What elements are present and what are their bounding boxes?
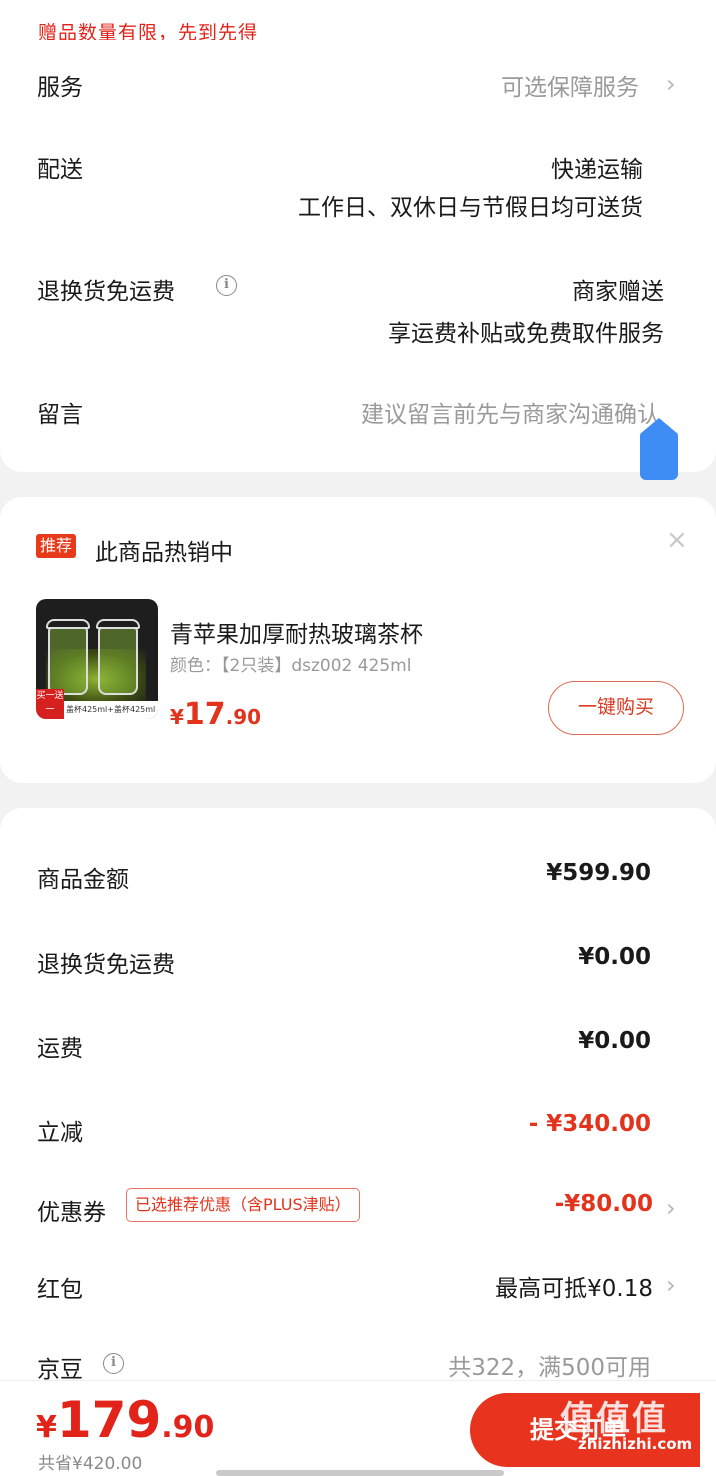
red-packet-chevron-icon[interactable]: › xyxy=(666,1271,676,1299)
jd-beans-label: 京豆 xyxy=(37,1357,83,1383)
home-indicator[interactable] xyxy=(216,1470,504,1476)
discount-label: 立减 xyxy=(37,1120,83,1146)
cup xyxy=(98,627,138,695)
return-free-desc: 享运费补贴或免费取件服务 xyxy=(388,321,664,347)
recommend-title: 此商品热销中 xyxy=(95,540,233,566)
coupon-value[interactable]: -¥80.00 xyxy=(555,1191,653,1217)
cup xyxy=(48,627,88,695)
service-value[interactable]: 可选保障服务 xyxy=(501,68,639,102)
price-symbol: ¥ xyxy=(170,705,184,729)
info-icon[interactable]: i xyxy=(216,275,237,296)
info-icon[interactable]: i xyxy=(103,1353,124,1374)
delivery-method[interactable]: 快递运输 xyxy=(551,150,643,184)
total-price: ¥179.90 xyxy=(36,1391,214,1449)
price-dec: .90 xyxy=(225,705,262,729)
order-options-card: 服务 可选保障服务 › 配送 快递运输 工作日、双休日与节假日均可送货 退换货免… xyxy=(0,40,716,472)
coupon-label: 优惠券 xyxy=(37,1200,106,1226)
delivery-label: 配送 xyxy=(37,157,83,183)
saved-amount: 共省¥420.00 xyxy=(38,1454,143,1474)
product-price: ¥17.90 xyxy=(170,697,261,732)
red-packet-value[interactable]: 最高可抵¥0.18 xyxy=(495,1269,653,1303)
goods-amount-value: ¥599.90 xyxy=(546,860,651,886)
total-symbol: ¥ xyxy=(36,1410,57,1445)
product-spec: 颜色：【2只装】dsz002 425ml xyxy=(170,656,412,676)
recommend-card: 推荐 此商品热销中 × 盖杯425ml+盖杯425ml 买一送一 青苹果加厚耐热… xyxy=(0,497,716,783)
one-click-buy-button[interactable]: 一键购买 xyxy=(548,681,684,735)
goods-amount-label: 商品金额 xyxy=(37,867,129,893)
return-fee-label: 退换货免运费 xyxy=(37,952,175,978)
watermark-url: zhizhizhi.com xyxy=(578,1435,693,1453)
return-free-label: 退换货免运费 xyxy=(37,279,175,305)
watermark-logo: 值值值 xyxy=(560,1399,668,1439)
discount-value: - ¥340.00 xyxy=(528,1111,651,1137)
price-summary-card: 商品金额 ¥599.90 退换货免运费 ¥0.00 运费 ¥0.00 立减 - … xyxy=(0,808,716,1428)
return-fee-value: ¥0.00 xyxy=(578,944,651,970)
shipping-value: ¥0.00 xyxy=(578,1028,651,1054)
delivery-schedule: 工作日、双休日与节假日均可送货 xyxy=(298,195,643,221)
shipping-label: 运费 xyxy=(37,1036,83,1062)
message-label: 留言 xyxy=(37,402,83,428)
price-int: 17 xyxy=(183,697,226,732)
total-dec: .90 xyxy=(161,1410,215,1445)
close-icon[interactable]: × xyxy=(666,525,688,555)
thumb-badge: 买一送一 xyxy=(36,689,64,719)
service-chevron-icon[interactable]: › xyxy=(666,70,676,98)
checkout-bar: ¥179.90 共省¥420.00 提交订单 值值值 zhizhizhi.com xyxy=(0,1380,716,1476)
total-int: 179 xyxy=(56,1391,162,1449)
service-label: 服务 xyxy=(37,75,83,101)
coupon-tag[interactable]: 已选推荐优惠（含PLUS津贴） xyxy=(126,1188,360,1222)
red-packet-label: 红包 xyxy=(37,1277,83,1303)
product-thumbnail[interactable]: 盖杯425ml+盖杯425ml 买一送一 xyxy=(36,599,158,719)
message-input[interactable]: 建议留言前先与商家沟通确认 xyxy=(361,395,660,429)
return-free-value: 商家赠送 xyxy=(572,279,664,305)
product-name[interactable]: 青苹果加厚耐热玻璃茶杯 xyxy=(170,615,423,649)
recommend-tag: 推荐 xyxy=(36,534,77,558)
jd-beans-value: 共322，满500可用 xyxy=(448,1355,651,1381)
floating-home-button[interactable] xyxy=(640,418,678,480)
coupon-chevron-icon[interactable]: › xyxy=(666,1194,676,1222)
